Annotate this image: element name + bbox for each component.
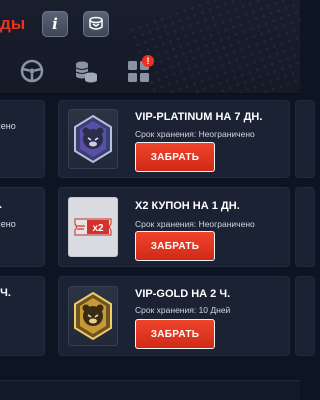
reward-meta-fragment: ичено bbox=[0, 219, 16, 229]
vip-platinum-bear-icon bbox=[74, 114, 112, 164]
vip-gold-bear-icon bbox=[74, 291, 112, 341]
claim-button[interactable]: ЗАБРАТЬ bbox=[135, 142, 215, 172]
reward-card: VIP-PLATINUM НА 7 ДН. Срок хранения: Нео… bbox=[58, 100, 290, 178]
reward-title: VIP-GOLD НА 2 Ч. bbox=[135, 288, 231, 300]
reward-storage-term: Срок хранения: Неограничено bbox=[135, 129, 255, 139]
coins-icon[interactable] bbox=[73, 58, 99, 84]
steering-wheel-icon[interactable] bbox=[19, 58, 45, 84]
reward-thumbnail bbox=[68, 109, 118, 169]
claim-button[interactable]: ЗАБРАТЬ bbox=[135, 231, 215, 261]
reward-thumbnail: x2 bbox=[68, 197, 118, 257]
storage-box-icon bbox=[89, 16, 103, 30]
reward-card-partial-right[interactable] bbox=[295, 276, 315, 356]
claim-button[interactable]: ЗАБРАТЬ bbox=[135, 319, 215, 349]
reward-card-partial-right[interactable] bbox=[295, 187, 315, 267]
reward-title-fragment: 2 Ч. bbox=[0, 287, 11, 299]
reward-title-fragment: Н. bbox=[0, 199, 2, 211]
storage-button[interactable] bbox=[83, 11, 109, 37]
page-title: ды bbox=[0, 14, 26, 33]
reward-storage-term: Срок хранения: 10 Дней bbox=[135, 305, 231, 315]
reward-title: VIP-PLATINUM НА 7 ДН. bbox=[135, 111, 263, 123]
reward-meta-fragment: ичено bbox=[0, 121, 16, 131]
top-bar: ды i ! bbox=[0, 0, 300, 95]
info-icon: i bbox=[52, 15, 58, 33]
notification-badge: ! bbox=[142, 55, 154, 67]
reward-thumbnail bbox=[68, 286, 118, 346]
coupon-label: x2 bbox=[92, 223, 104, 234]
reward-storage-term: Срок хранения: Неограничено bbox=[135, 219, 255, 229]
x2-coupon-icon: x2 bbox=[74, 218, 112, 236]
reward-card: x2 X2 КУПОН НА 1 ДН. Срок хранения: Неог… bbox=[58, 187, 290, 267]
reward-title: X2 КУПОН НА 1 ДН. bbox=[135, 200, 240, 212]
reward-card: VIP-GOLD НА 2 Ч. Срок хранения: 10 Дней … bbox=[58, 276, 290, 356]
rewards-list: ичено VIP-PLATINUM НА 7 ДН. Срок хранени… bbox=[0, 95, 315, 380]
reward-card-partial[interactable]: Н. ичено bbox=[0, 187, 45, 267]
bottom-bar bbox=[0, 380, 300, 400]
reward-card-partial[interactable]: 2 Ч. bbox=[0, 276, 45, 356]
reward-card-partial[interactable]: ичено bbox=[0, 100, 45, 178]
reward-card-partial-right[interactable] bbox=[295, 100, 315, 178]
info-button[interactable]: i bbox=[42, 11, 68, 37]
